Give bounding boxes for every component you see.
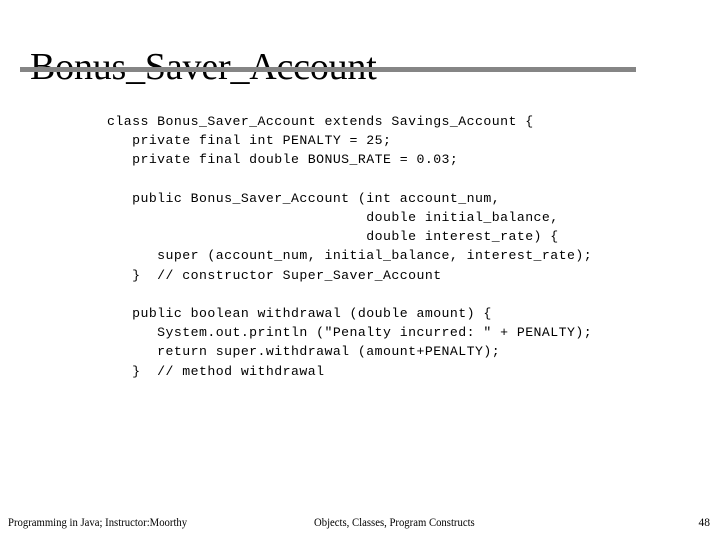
code-line: System.out.println ("Penalty incurred: "… [107,325,593,341]
code-block: class Bonus_Saver_Account extends Saving… [107,112,707,381]
title-divider-rule [20,67,636,72]
footer-topic-label: Objects, Classes, Program Constructs [314,517,475,529]
slide-canvas: Bonus_Saver_Account class Bonus_Saver_Ac… [0,0,720,540]
code-line: return super.withdrawal (amount+PENALTY)… [107,344,501,360]
footer-page-number: 48 [698,517,711,529]
code-line: } // constructor Super_Saver_Account [107,267,442,283]
code-line: double interest_rate) { [107,229,559,245]
code-line: class Bonus_Saver_Account extends Saving… [107,114,534,129]
slide-footer: Programming in Java; Instructor:Moorthy … [0,512,720,534]
code-line: private final double BONUS_RATE = 0.03; [107,152,459,168]
code-line: double initial_balance, [107,210,559,226]
code-line: super (account_num, initial_balance, int… [107,248,593,264]
code-line: public boolean withdrawal (double amount… [107,306,492,322]
footer-course-label: Programming in Java; Instructor:Moorthy [8,517,188,529]
code-line: public Bonus_Saver_Account (int account_… [107,190,501,206]
code-line: } // method withdrawal [107,363,325,379]
code-line: private final int PENALTY = 25; [107,133,392,149]
